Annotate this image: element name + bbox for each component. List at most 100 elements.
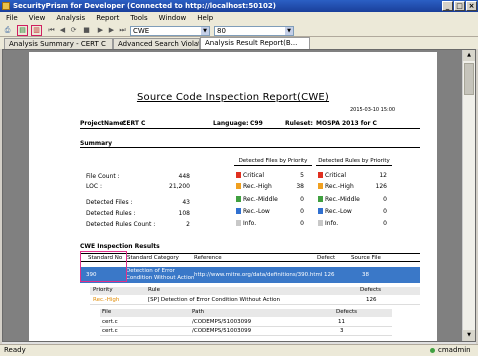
print-icon[interactable]: ⎙ [3,26,12,35]
col-file-defects: Defects [336,309,357,315]
menu-tools[interactable]: Tools [124,12,152,24]
play-icon[interactable]: ▶ [96,26,105,35]
chevron-down-icon[interactable]: ▼ [285,27,293,35]
export-excel-icon[interactable]: ▤ [17,25,28,36]
priority-name: Critical [325,172,346,179]
menu-view[interactable]: View [23,12,51,24]
minimize-button[interactable]: _ [442,1,453,11]
priority-files-count: 0 [300,196,304,203]
ruleset-value: MOSPA 2013 for C [316,120,377,127]
menu-help[interactable]: Help [191,12,218,24]
flag-icon [236,172,241,178]
stat-label: File Count : [86,173,120,180]
first-page-icon[interactable]: ⏮ [47,26,56,35]
menu-bar: File View Analysis Report Tools Window Help [0,12,478,24]
file-name: cert.c [102,328,118,334]
rule-combo[interactable]: 80 ▼ [214,26,294,36]
flag-icon [318,220,323,226]
flag-icon [318,208,323,214]
prev-page-icon[interactable]: ◀ [58,26,67,35]
rule-row[interactable]: Rec.-High [SP] Detection of Error Condit… [90,297,420,305]
project-label: ProjectName: [80,120,126,127]
chevron-down-icon[interactable]: ▼ [201,27,209,35]
file-row[interactable]: cert.c /CODEMPS/51003099 3 [100,328,392,336]
language-value: C99 [250,120,263,127]
col-standard-category: Standard Category [127,255,179,261]
priority-files-count: 5 [300,172,304,179]
priority-critical-rules: Critical [318,172,346,179]
title-bar: SecurityPrism for Developer (Connected t… [0,0,478,12]
priority-files-count: 0 [300,220,304,227]
stat-label: Detected Rules : [86,210,136,217]
priority-name: Rec.-Low [325,208,352,215]
tab-label: Analysis Summary - CERT C [9,40,106,48]
cwe-table-header: Standard No Standard Category Reference … [80,253,420,262]
rule-priority: Rec.-High [93,297,120,303]
stat-value: 43 [182,199,190,206]
summary-title: Summary [80,140,420,148]
status-text: Ready [4,346,26,354]
scroll-thumb[interactable] [464,63,474,95]
priority-rec-middle-files: Rec.-Middle [236,196,278,203]
menu-file[interactable]: File [0,12,23,24]
flag-icon [318,196,323,202]
window-title: SecurityPrism for Developer (Connected t… [13,2,276,10]
menu-report[interactable]: Report [90,12,124,24]
priority-rules-count: 0 [383,208,387,215]
priority-rules-count: 126 [375,183,387,190]
priority-name: Rec.-High [325,183,354,190]
cwe-category-line1: Detection of Error [126,268,175,274]
refresh-icon[interactable]: ⟳ [69,26,78,35]
scroll-down-icon[interactable]: ▼ [463,330,475,341]
flag-icon [236,220,241,226]
export-pdf-icon[interactable]: ▥ [31,25,42,36]
rule-combo-value: 80 [217,27,226,35]
menu-analysis[interactable]: Analysis [50,12,90,24]
stat-value: 448 [178,173,190,180]
files-by-priority-header: Detected Files by Priority [234,158,312,166]
col-priority: Priority [93,287,113,293]
priority-info-files: Info. [236,220,256,227]
vertical-scrollbar[interactable]: ▲ ▼ [462,50,475,341]
project-value: CERT C [122,120,146,127]
app-icon [2,2,10,10]
file-row[interactable]: cert.c /CODEMPS/51003099 11 [100,319,392,327]
standard-combo-value: CWE [133,27,150,35]
user-status-icon [430,348,435,353]
project-info-row: ProjectName: CERT C Language: C99 Rulese… [80,120,420,129]
report-title: Source Code Inspection Report(CWE) [136,92,330,103]
file-path: /CODEMPS/51003099 [192,319,252,325]
standard-combo[interactable]: CWE ▼ [130,26,210,36]
stat-value: 2 [186,221,190,228]
cwe-results-title: CWE Inspection Results [80,243,160,250]
flag-icon [236,208,241,214]
rule-name: [SP] Detection of Error Condition Withou… [148,297,280,303]
tab-analysis-result-report[interactable]: Analysis Result Report(B... [200,37,310,49]
cwe-result-row[interactable]: 390 Detection of Error Condition Without… [80,267,420,283]
stat-value: 108 [178,210,190,217]
col-rule: Rule [148,287,160,293]
priority-name: Rec.-Middle [243,196,278,203]
priority-critical-files: Critical [236,172,264,179]
tab-label: Analysis Result Report(B... [205,39,298,47]
cwe-reference-link[interactable]: http://www.mitre.org/data/definitions/39… [194,272,322,278]
priority-rules-count: 0 [383,196,387,203]
menu-window[interactable]: Window [153,12,192,24]
priority-name: Critical [243,172,264,179]
maximize-button[interactable]: □ [454,1,465,11]
stat-label: Detected Rules Count : [86,221,156,228]
tab-advanced-search[interactable]: Advanced Search Violation [113,38,200,49]
priority-rules-count: 0 [383,220,387,227]
status-bar: Ready cmadmin [0,344,478,356]
scroll-up-icon[interactable]: ▲ [463,50,475,61]
stop-icon[interactable]: ■ [82,26,91,35]
last-page-icon[interactable]: ⏭ [118,26,127,35]
tab-analysis-summary[interactable]: Analysis Summary - CERT C [4,38,113,49]
next-page-icon[interactable]: ▶ [107,26,116,35]
rules-by-priority-header: Detected Rules by Priority [316,158,392,166]
close-button[interactable]: × [466,1,477,11]
cwe-category-line2: Condition Without Action [126,275,195,281]
col-defects: Defects [360,287,381,293]
col-file: File [102,309,112,315]
tab-strip: Analysis Summary - CERT C Advanced Searc… [0,37,478,49]
